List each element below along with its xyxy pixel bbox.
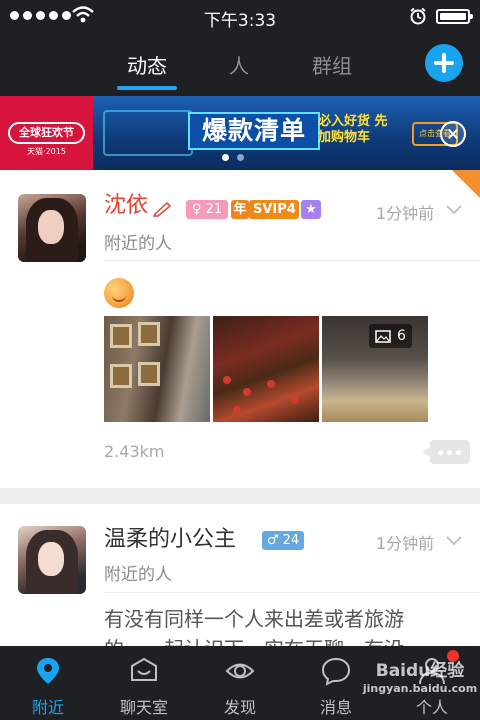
banner-headline: 爆款清单 (188, 112, 321, 150)
tab-label: 聊天室 (119, 698, 168, 717)
post-photo[interactable] (213, 316, 319, 422)
gender-age-badge: ♂ 24 (262, 531, 304, 550)
year-badge: 年 (231, 200, 249, 219)
female-icon: ♀ (191, 202, 202, 217)
tab-groups[interactable]: 群组 (292, 50, 372, 79)
watermark-url: jingyan.baidu.com (362, 682, 478, 695)
more-options-button[interactable] (422, 440, 470, 464)
tab-nearby[interactable]: 附近 (0, 646, 96, 720)
svip-badge: SVIP4 (249, 200, 299, 219)
active-tab-indicator (117, 86, 177, 90)
avatar[interactable] (18, 194, 86, 262)
tab-people[interactable]: 人 (199, 50, 279, 79)
age-text: 24 (282, 533, 300, 548)
distance-label: 2.43km (104, 442, 165, 461)
post-time: 1分钟前 (376, 534, 435, 553)
tmall-festival-logo: 全球狂欢节 天猫·2015 (0, 96, 93, 170)
status-bar: 下午3:33 (0, 0, 480, 34)
location-pin-icon (37, 658, 59, 684)
banner-logo-sub: 天猫·2015 (27, 147, 66, 156)
battery-icon (436, 9, 473, 24)
divider (104, 592, 480, 593)
promo-banner[interactable]: 全球狂欢节 天猫·2015 爆款清单 必入好货 先加购物车 点击查看 (0, 96, 480, 170)
banner-slogan: 必入好货 先加购物车 (318, 114, 388, 145)
corner-ribbon-icon (452, 170, 480, 198)
post-subtitle: 附近的人 (104, 234, 172, 254)
city-illustration (103, 110, 193, 156)
male-icon: ♂ (266, 533, 279, 548)
tab-label: 附近 (31, 698, 64, 717)
post-subtitle: 附近的人 (104, 565, 172, 585)
baidu-watermark: Baidu经验 jingyan.baidu.com (360, 662, 480, 698)
avatar[interactable] (18, 526, 86, 594)
tab-chat-room[interactable]: 聊天室 (96, 646, 192, 720)
user-name[interactable]: 温柔的小公主 (104, 526, 236, 554)
pencil-icon (153, 201, 172, 217)
user-name[interactable]: 沈依 (104, 192, 148, 220)
tab-feed[interactable]: 动态 (107, 50, 187, 79)
chevron-down-icon[interactable] (446, 536, 462, 546)
alarm-clock-icon (410, 7, 426, 25)
chat-room-icon (131, 657, 157, 681)
tab-label: 发现 (223, 698, 256, 717)
divider (104, 260, 480, 261)
star-icon: ★ (301, 200, 321, 219)
photo-count: 6 (397, 328, 406, 344)
watermark-brand: Baidu经验 (375, 661, 465, 681)
eye-icon (225, 663, 255, 679)
smiley-emoji-icon (104, 278, 134, 308)
message-bubble-icon (321, 657, 351, 686)
post-photo[interactable] (104, 316, 210, 422)
age-text: 21 (205, 202, 223, 217)
post-time: 1分钟前 (376, 204, 435, 223)
post-text: 有没有同样一个人来出差或者旅游的……起认识下，实在无聊，有没 (104, 607, 404, 646)
top-navigation: 动态 人 群组 (0, 34, 480, 96)
banner-page-dots (222, 154, 244, 161)
photo-count-badge: 6 (369, 324, 412, 348)
gender-age-badge: ♀ 21 (186, 200, 228, 219)
tab-discover[interactable]: 发现 (192, 646, 288, 720)
status-time: 下午3:33 (203, 11, 277, 31)
close-icon[interactable] (440, 121, 466, 147)
image-icon (375, 329, 391, 343)
chevron-down-icon[interactable] (446, 205, 462, 215)
plus-icon[interactable] (425, 44, 463, 82)
feed-divider (0, 488, 480, 504)
banner-logo-text: 全球狂欢节 (8, 122, 85, 144)
feed-post[interactable]: 温柔的小公主 ♂ 24 1分钟前 附近的人 有没有同样一个人来出差或者旅游的……… (0, 504, 480, 646)
